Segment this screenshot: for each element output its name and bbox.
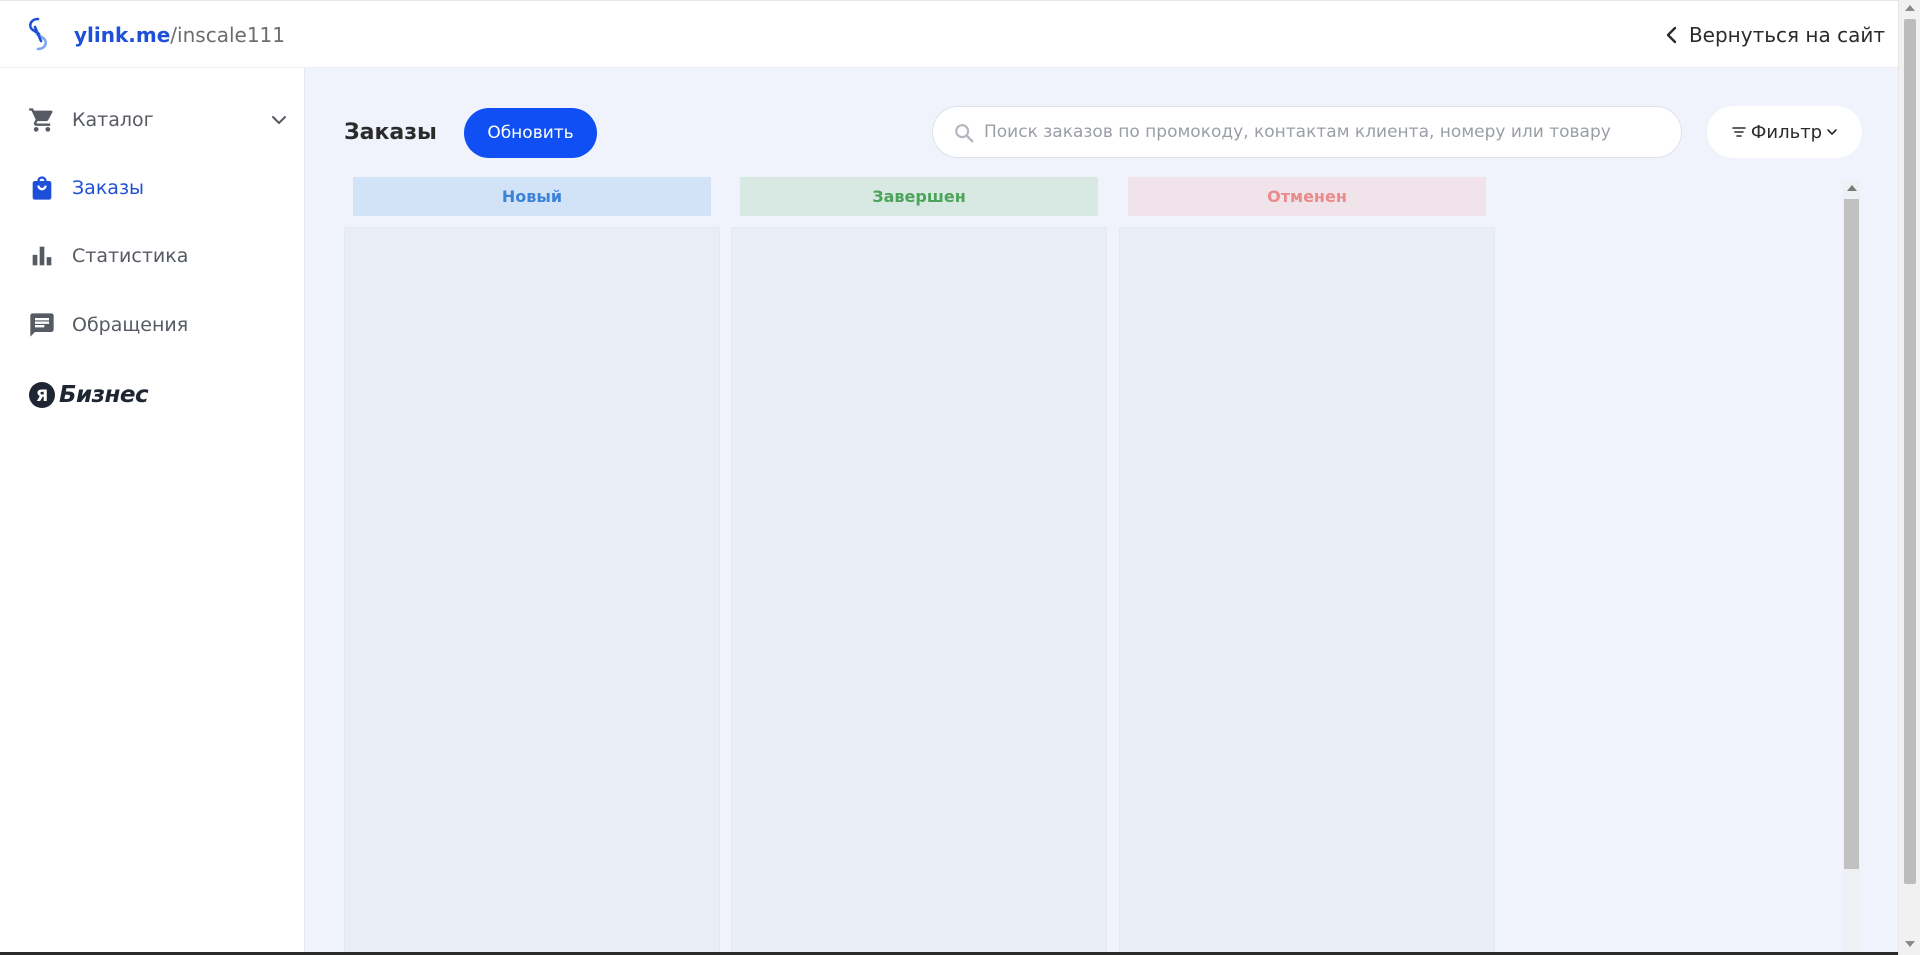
bar-chart-icon [32, 246, 52, 266]
filter-label: Фильтр [1750, 121, 1823, 143]
search-input[interactable] [984, 107, 1664, 157]
scroll-up-arrow-icon[interactable] [1847, 185, 1857, 191]
sidebar-item-orders[interactable]: Заказы [0, 160, 305, 216]
sidebar-item-statistics[interactable]: Статистика [0, 228, 305, 284]
sidebar: Каталог Заказы Статистика Обращения Я Би… [0, 68, 305, 955]
chevron-down-icon [1827, 129, 1837, 135]
top-header: ylink.me/inscale111 Вернуться на сайт [0, 0, 1898, 68]
sidebar-item-catalog[interactable]: Каталог [0, 92, 305, 148]
business-text: Бизнес [59, 382, 149, 408]
back-to-site-label: Вернуться на сайт [1688, 23, 1885, 47]
brand-username: inscale111 [177, 23, 285, 47]
column-completed-dropzone[interactable] [731, 227, 1107, 955]
yandex-business-logo[interactable]: Я Бизнес [29, 382, 149, 408]
chevron-down-icon[interactable] [270, 111, 288, 129]
column-header-cancelled: Отменен [1128, 177, 1486, 216]
brand-link[interactable]: ylink.me/inscale111 [74, 21, 285, 49]
sidebar-item-requests[interactable]: Обращения [0, 297, 305, 353]
refresh-button[interactable]: Обновить [464, 108, 597, 158]
board-scrollbar[interactable] [1843, 181, 1860, 955]
column-header-completed: Завершен [740, 177, 1098, 216]
board-scrollbar-thumb[interactable] [1844, 199, 1859, 869]
sidebar-item-label: Обращения [72, 314, 189, 336]
main-content: Заказы Обновить Фильтр Новый Завершен От… [305, 68, 1898, 955]
search-icon [955, 124, 974, 143]
filter-button[interactable]: Фильтр [1707, 106, 1862, 158]
column-header-new: Новый [353, 177, 711, 216]
back-to-site-link[interactable]: Вернуться на сайт [1665, 21, 1885, 49]
cart-icon [29, 108, 53, 132]
sidebar-item-label: Заказы [72, 177, 145, 199]
scroll-up-arrow-icon[interactable] [1905, 5, 1915, 11]
page-title: Заказы [344, 120, 437, 145]
shopping-bag-icon [32, 176, 52, 200]
yandex-logo-icon: Я [29, 382, 55, 408]
scroll-down-arrow-icon[interactable] [1905, 941, 1915, 947]
page-scrollbar[interactable] [1898, 0, 1920, 955]
page-scrollbar-thumb[interactable] [1904, 19, 1916, 884]
column-new-dropzone[interactable] [344, 227, 720, 955]
search-box[interactable] [932, 106, 1682, 158]
sidebar-item-label: Статистика [72, 245, 189, 267]
sidebar-item-label: Каталог [72, 109, 154, 131]
link-logo-icon[interactable] [24, 15, 52, 53]
chevron-left-icon [1666, 26, 1677, 44]
column-cancelled-dropzone[interactable] [1119, 227, 1495, 955]
brand-domain: ylink.me [74, 23, 171, 47]
filter-icon [1732, 127, 1746, 137]
message-icon [30, 313, 54, 337]
